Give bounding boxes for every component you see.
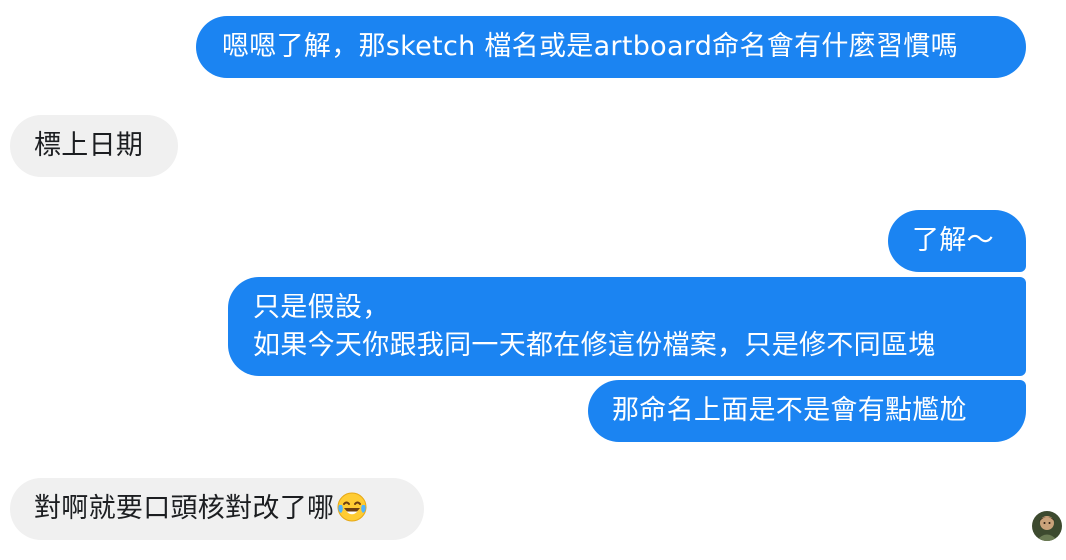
message-text-line: 只是假設， (253, 292, 390, 323)
message-bubble-incoming[interactable]: 標上日期 (10, 115, 178, 177)
message-bubble-incoming[interactable]: 對啊就要口頭核對改了哪 (10, 478, 424, 540)
message-bubble-outgoing[interactable]: 只是假設， 如果今天你跟我同一天都在修這份檔案，只是修不同區塊 (228, 277, 1026, 376)
face-with-tears-of-joy-icon (336, 491, 368, 523)
read-receipt-avatar (1032, 511, 1062, 541)
message-text: 標上日期 (34, 130, 144, 161)
message-text: 嗯嗯了解，那sketch 檔名或是artboard命名會有什麼習慣嗎 (222, 31, 958, 62)
message-text: 對啊就要口頭核對改了哪 (34, 493, 335, 524)
message-bubble-outgoing[interactable]: 那命名上面是不是會有點尷尬 (588, 380, 1026, 442)
message-text-line: 如果今天你跟我同一天都在修這份檔案，只是修不同區塊 (253, 330, 936, 361)
avatar-icon (1032, 511, 1062, 541)
message-bubble-outgoing[interactable]: 嗯嗯了解，那sketch 檔名或是artboard命名會有什麼習慣嗎 (196, 16, 1026, 78)
message-bubble-outgoing[interactable]: 了解～ (888, 210, 1026, 272)
message-text: 了解～ (912, 225, 994, 256)
message-text: 那命名上面是不是會有點尷尬 (612, 395, 967, 426)
